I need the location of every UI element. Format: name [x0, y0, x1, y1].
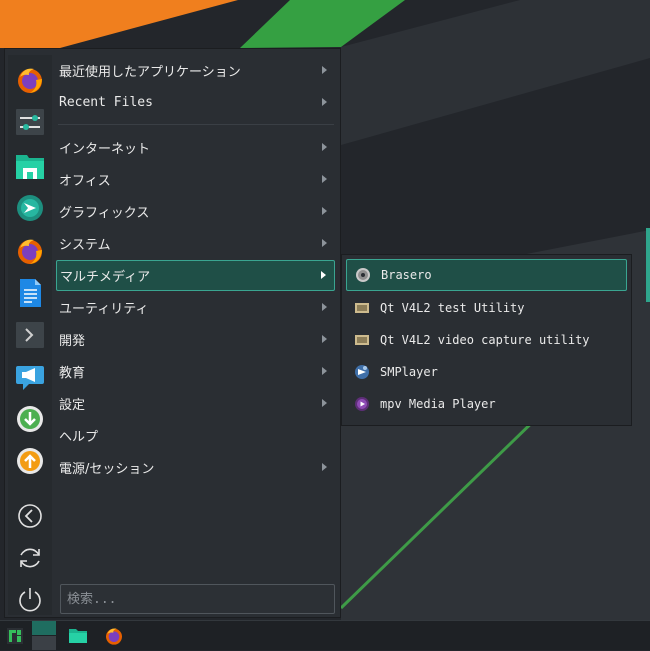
system-settings-icon[interactable] — [15, 107, 45, 137]
firefox-icon[interactable] — [15, 236, 45, 266]
category-recent-files[interactable]: Recent Files — [56, 88, 335, 117]
category-recent-applications[interactable]: 最近使用したアプリケーション — [56, 56, 335, 85]
disc-icon — [355, 267, 371, 283]
chevron-right-icon — [322, 463, 327, 471]
firefox-icon[interactable] — [103, 625, 125, 647]
back-icon[interactable] — [15, 501, 45, 531]
favorites-bar — [8, 55, 52, 615]
chevron-right-icon — [322, 367, 327, 375]
app-smplayer[interactable]: SMPlayer — [346, 356, 627, 388]
terminal-icon[interactable] — [15, 320, 45, 350]
chevron-right-icon — [322, 399, 327, 407]
application-menu: 最近使用したアプリケーション Recent Files インターネット オフィス… — [4, 48, 341, 618]
search-input[interactable] — [60, 584, 335, 614]
app-qt-v4l2-test[interactable]: Qt V4L2 test Utility — [346, 292, 627, 324]
workspace-switcher[interactable] — [32, 621, 56, 651]
announcement-icon[interactable] — [15, 362, 45, 392]
refresh-icon[interactable] — [15, 543, 45, 573]
app-qt-v4l2-capture[interactable]: Qt V4L2 video capture utility — [346, 324, 627, 356]
category-office[interactable]: オフィス — [56, 165, 335, 194]
category-system[interactable]: システム — [56, 229, 335, 258]
video-device-icon — [354, 300, 370, 316]
chevron-right-icon — [322, 207, 327, 215]
app-brasero[interactable]: Brasero — [346, 259, 627, 291]
chevron-right-icon — [322, 66, 327, 74]
text-document-icon[interactable] — [15, 278, 45, 308]
chevron-right-icon — [321, 271, 326, 279]
download-icon[interactable] — [15, 404, 45, 434]
chevron-right-icon — [322, 335, 327, 343]
category-multimedia[interactable]: マルチメディア — [56, 260, 335, 291]
category-utilities[interactable]: ユーティリティ — [56, 293, 335, 322]
category-graphics[interactable]: グラフィックス — [56, 197, 335, 226]
chevron-right-icon — [322, 98, 327, 106]
category-education[interactable]: 教育 — [56, 357, 335, 386]
video-device-icon — [354, 332, 370, 348]
file-manager-icon[interactable] — [15, 151, 45, 181]
app-mpv[interactable]: mpv Media Player — [346, 388, 627, 420]
upload-icon[interactable] — [15, 446, 45, 476]
chevron-right-icon — [322, 175, 327, 183]
multimedia-submenu: Brasero Qt V4L2 test Utility Qt V4L2 vid… — [341, 254, 632, 426]
power-icon[interactable] — [15, 584, 45, 614]
category-power-session[interactable]: 電源/セッション — [56, 453, 335, 482]
menu-separator — [58, 124, 334, 125]
firefox-icon[interactable] — [15, 65, 45, 95]
mpv-icon — [354, 396, 370, 412]
smplayer-icon — [354, 364, 370, 380]
category-development[interactable]: 開発 — [56, 325, 335, 354]
chevron-right-icon — [322, 303, 327, 311]
browser-icon[interactable] — [15, 193, 45, 223]
file-manager-icon[interactable] — [67, 625, 89, 647]
category-settings[interactable]: 設定 — [56, 389, 335, 418]
chevron-right-icon — [322, 143, 327, 151]
taskbar-panel — [0, 620, 650, 650]
manjaro-menu-icon[interactable] — [4, 625, 26, 647]
chevron-right-icon — [322, 239, 327, 247]
category-internet[interactable]: インターネット — [56, 133, 335, 162]
category-help[interactable]: ヘルプ — [56, 421, 335, 450]
